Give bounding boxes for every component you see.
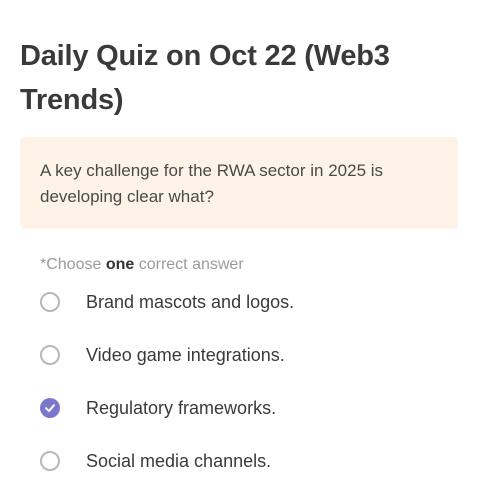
instruction-suffix: correct answer — [134, 256, 244, 273]
radio-empty-icon[interactable] — [40, 451, 60, 471]
question-card: A key challenge for the RWA sector in 20… — [20, 137, 458, 229]
option-label: Brand mascots and logos. — [86, 292, 295, 312]
question-text: A key challenge for the RWA sector in 20… — [40, 161, 384, 206]
instruction-prefix: *Choose — [40, 256, 106, 273]
radio-empty-icon[interactable] — [40, 292, 60, 312]
instruction-emphasis: one — [105, 256, 135, 273]
option-regulatory-frameworks[interactable]: Regulatory frameworks. — [40, 391, 440, 425]
option-video-game[interactable]: Video game integrations. — [40, 338, 440, 372]
quiz-page: Daily Quiz on Oct 22 (Web3 Trends) A key… — [0, 0, 479, 498]
option-brand-mascots[interactable]: Brand mascots and logos. — [40, 285, 440, 319]
radio-empty-icon[interactable] — [40, 345, 60, 365]
checkmark-glyph — [45, 404, 55, 412]
answer-instruction: *Choose one correct answer — [40, 254, 244, 276]
quiz-title: Daily Quiz on Oct 22 (Web3 Trends) — [20, 40, 390, 116]
option-social-media[interactable]: Social media channels. — [40, 444, 440, 478]
option-label: Regulatory frameworks. — [86, 398, 277, 418]
check-icon[interactable] — [40, 398, 60, 418]
option-label: Video game integrations. — [86, 345, 285, 365]
option-label: Social media channels. — [86, 451, 272, 471]
